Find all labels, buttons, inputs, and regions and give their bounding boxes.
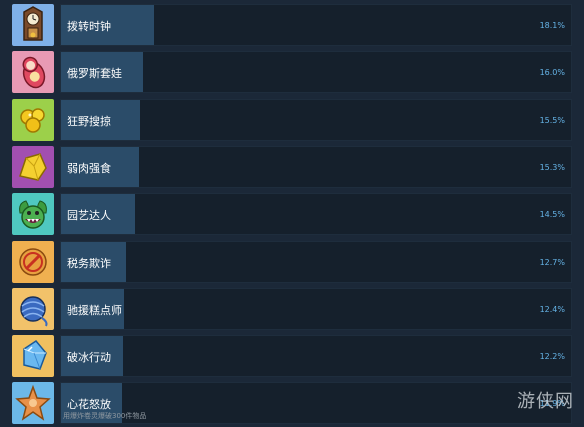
achievement-row[interactable]: 驰援糕点师 12.4% (12, 287, 572, 330)
achievement-row[interactable]: 拨转时钟 18.1% (12, 4, 572, 46)
yarn-ball-icon (12, 287, 54, 330)
achievement-name: 狂野搜掠 (67, 114, 111, 128)
achievement-row[interactable]: 税务欺诈 12.7% (12, 240, 572, 283)
achievement-name: 俄罗斯套娃 (67, 67, 122, 81)
achievement-list: 拨转时钟 18.1% 俄罗斯套娃 16.0% 狂野搜掠 15.5% 弱肉强食 15.3% 园艺达… (0, 0, 584, 427)
achievement-percent: 12.7% (539, 257, 565, 267)
achievement-percent: 12.4% (539, 304, 565, 314)
achievement-row[interactable]: 弱肉强食 15.3% (12, 145, 572, 188)
achievement-name: 心花怒放 (67, 398, 111, 412)
achievement-name: 园艺达人 (67, 209, 111, 223)
achievement-row[interactable]: 狂野搜掠 15.5% (12, 98, 572, 141)
starfish-cookie-icon (12, 382, 54, 425)
ice-crystal-icon (12, 335, 54, 378)
achievement-progress-bar: 狂野搜掠 15.5% (60, 98, 572, 141)
gold-coins-icon (12, 98, 54, 141)
achievement-percent: 18.1% (539, 21, 565, 30)
achievement-row[interactable]: 心花怒放 11.9% 用爆炸卷灵爆破300件物品 (12, 382, 572, 425)
achievement-percent: 14.5% (539, 210, 565, 220)
achievement-progress-bar: 园艺达人 14.5% (60, 193, 572, 236)
site-watermark: 游侠网 (517, 391, 574, 412)
achievement-progress-bar: 税务欺诈 12.7% (60, 240, 572, 283)
achievement-progress-bar: 弱肉强食 15.3% (60, 145, 572, 188)
achievement-name: 弱肉强食 (67, 161, 111, 175)
achievement-progress-bar: 心花怒放 11.9% 用爆炸卷灵爆破300件物品 (60, 382, 572, 425)
achievement-row[interactable]: 俄罗斯套娃 16.0% (12, 51, 572, 94)
grandfather-clock-icon (12, 4, 54, 46)
achievement-name: 驰援糕点师 (67, 303, 122, 317)
achievement-description: 用爆炸卷灵爆破300件物品 (63, 412, 147, 421)
tax-stamp-icon (12, 240, 54, 283)
nesting-doll-icon (12, 51, 54, 94)
achievement-name: 税务欺诈 (67, 256, 111, 270)
achievement-percent: 15.3% (539, 162, 565, 172)
achievement-row[interactable]: 破冰行动 12.2% (12, 335, 572, 378)
achievement-progress-bar: 拨转时钟 18.1% (60, 4, 572, 46)
achievement-progress-bar: 破冰行动 12.2% (60, 335, 572, 378)
achievement-name: 拨转时钟 (67, 20, 111, 33)
achievement-percent: 12.2% (539, 352, 565, 362)
achievement-percent: 16.0% (539, 68, 565, 78)
plant-monster-icon (12, 193, 54, 236)
gold-nugget-icon (12, 145, 54, 188)
achievement-name: 破冰行动 (67, 351, 111, 365)
achievement-progress-bar: 驰援糕点师 12.4% (60, 287, 572, 330)
achievement-row[interactable]: 园艺达人 14.5% (12, 193, 572, 236)
achievement-progress-bar: 俄罗斯套娃 16.0% (60, 51, 572, 94)
achievement-percent: 15.5% (539, 115, 565, 125)
